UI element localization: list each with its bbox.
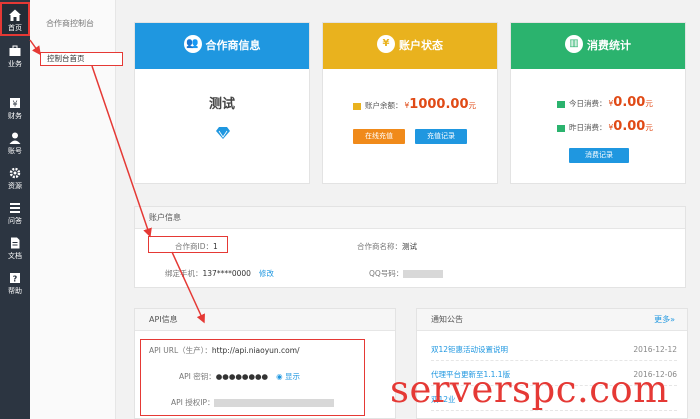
today-unit: 元 [645, 99, 653, 108]
main-sidebar: 首页 业务 ¥ 财务 账号 资源 问答 文档 ? 帮助 [0, 0, 30, 419]
partner-name-field: 合作商名称：测试 [357, 241, 417, 252]
balance-unit: 元 [468, 101, 477, 110]
yesterday-value: 0.00 [613, 119, 646, 134]
nav-label: 首页 [8, 24, 22, 32]
briefcase-icon [9, 45, 21, 56]
recharge-button[interactable]: 在线充值 [353, 129, 405, 144]
account-status-card: ¥ 账户状态 账户余额： ¥1000.00元 在线充值 充值记录 [322, 22, 498, 184]
partner-info-card: 👥 合作商信息 测试 [134, 22, 310, 184]
account-status-header: ¥ 账户状态 [323, 23, 497, 69]
nav-item-business[interactable]: 业务 [0, 40, 30, 74]
balance-value: 1000.00 [409, 97, 469, 112]
account-info-title: 账户信息 [135, 207, 685, 229]
qq-label: QQ号码： [369, 269, 404, 278]
nav-label: 帮助 [8, 287, 22, 295]
list-icon [10, 203, 20, 213]
consumption-header: ▥ 消费统计 [511, 23, 685, 69]
calendar-icon [557, 100, 565, 108]
nav-item-account[interactable]: 账号 [0, 127, 30, 161]
help-icon: ? [10, 273, 20, 284]
yen-icon: ¥ [377, 35, 395, 53]
nav-item-docs[interactable]: 文档 [0, 232, 30, 266]
svg-text:?: ? [13, 275, 18, 284]
notice-item[interactable]: 双12钜惠活动设置说明 2016-12-12 [431, 339, 677, 361]
notice-title: 通知公告 更多» [417, 309, 687, 331]
today-label: 今日消费： [569, 99, 607, 108]
balance-label: 账户余额： [365, 101, 403, 110]
submenu-title: 合作商控制台 [46, 19, 94, 28]
notice-more-link[interactable]: 更多» [654, 309, 675, 331]
submenu: 合作商控制台 控制台首页 [30, 0, 123, 419]
partner-name-label: 合作商名称： [357, 242, 402, 251]
edit-phone-link[interactable]: 修改 [259, 269, 274, 278]
nav-item-resources[interactable]: 资源 [0, 162, 30, 196]
user-icon [9, 132, 21, 144]
nav-label: 账号 [8, 147, 22, 155]
bar-chart-icon: ▥ [565, 35, 583, 53]
qq-redacted [403, 270, 444, 278]
qq-field: QQ号码： [369, 268, 444, 279]
watermark-text: serverspc.com [390, 368, 669, 411]
notice-item-title: 双12钜惠活动设置说明 [431, 345, 509, 354]
finance-icon: ¥ [10, 98, 20, 109]
phone-field: 绑定手机：137****0000 修改 [165, 268, 274, 279]
nav-item-qa[interactable]: 问答 [0, 197, 30, 231]
nav-label: 业务 [8, 60, 22, 68]
card-title: 合作商信息 [205, 39, 261, 52]
calendar-icon [557, 124, 565, 132]
nav-label: 问答 [8, 217, 22, 225]
today-consumption-row: 今日消费： ¥0.00元 [557, 95, 653, 110]
yesterday-consumption-row: 昨日消费： ¥0.00元 [557, 119, 653, 134]
consumption-card: ▥ 消费统计 今日消费： ¥0.00元 昨日消费： ¥0.00元 消费记录 [510, 22, 686, 184]
card-title: 账户状态 [399, 39, 443, 52]
notice-title-text: 通知公告 [431, 315, 463, 324]
balance-row: 账户余额： ¥1000.00元 [353, 97, 476, 112]
api-info-title: API信息 [135, 309, 395, 331]
users-icon: 👥 [183, 35, 202, 53]
annotation-box-api [140, 339, 365, 416]
consumption-records-button[interactable]: 消费记录 [569, 148, 629, 163]
nav-label: 资源 [8, 182, 22, 190]
partner-name: 测试 [208, 97, 235, 112]
partner-info-header: 👥 合作商信息 [135, 23, 309, 69]
nav-item-finance[interactable]: ¥ 财务 [0, 92, 30, 126]
notice-item-date: 2016-12-12 [633, 345, 677, 354]
recharge-records-button[interactable]: 充值记录 [415, 129, 467, 144]
document-icon [11, 237, 20, 249]
yesterday-unit: 元 [645, 123, 653, 132]
phone-value: 137****0000 [202, 269, 251, 278]
annotation-box-partner-id [148, 236, 228, 253]
gear-icon [9, 167, 21, 179]
submenu-item-dashboard[interactable]: 控制台首页 [40, 52, 123, 66]
nav-item-home[interactable]: 首页 [0, 2, 30, 36]
phone-label: 绑定手机： [165, 269, 203, 278]
nav-label: 文档 [8, 252, 22, 260]
nav-item-help[interactable]: ? 帮助 [0, 267, 30, 301]
today-value: 0.00 [613, 95, 646, 110]
svg-text:¥: ¥ [12, 100, 17, 109]
partner-name-value: 测试 [402, 242, 417, 251]
nav-label: 财务 [8, 112, 22, 120]
yesterday-label: 昨日消费： [569, 123, 607, 132]
diamond-icon [216, 127, 230, 139]
card-title: 消费统计 [587, 39, 631, 52]
home-icon [9, 9, 21, 21]
stack-icon [353, 102, 361, 110]
